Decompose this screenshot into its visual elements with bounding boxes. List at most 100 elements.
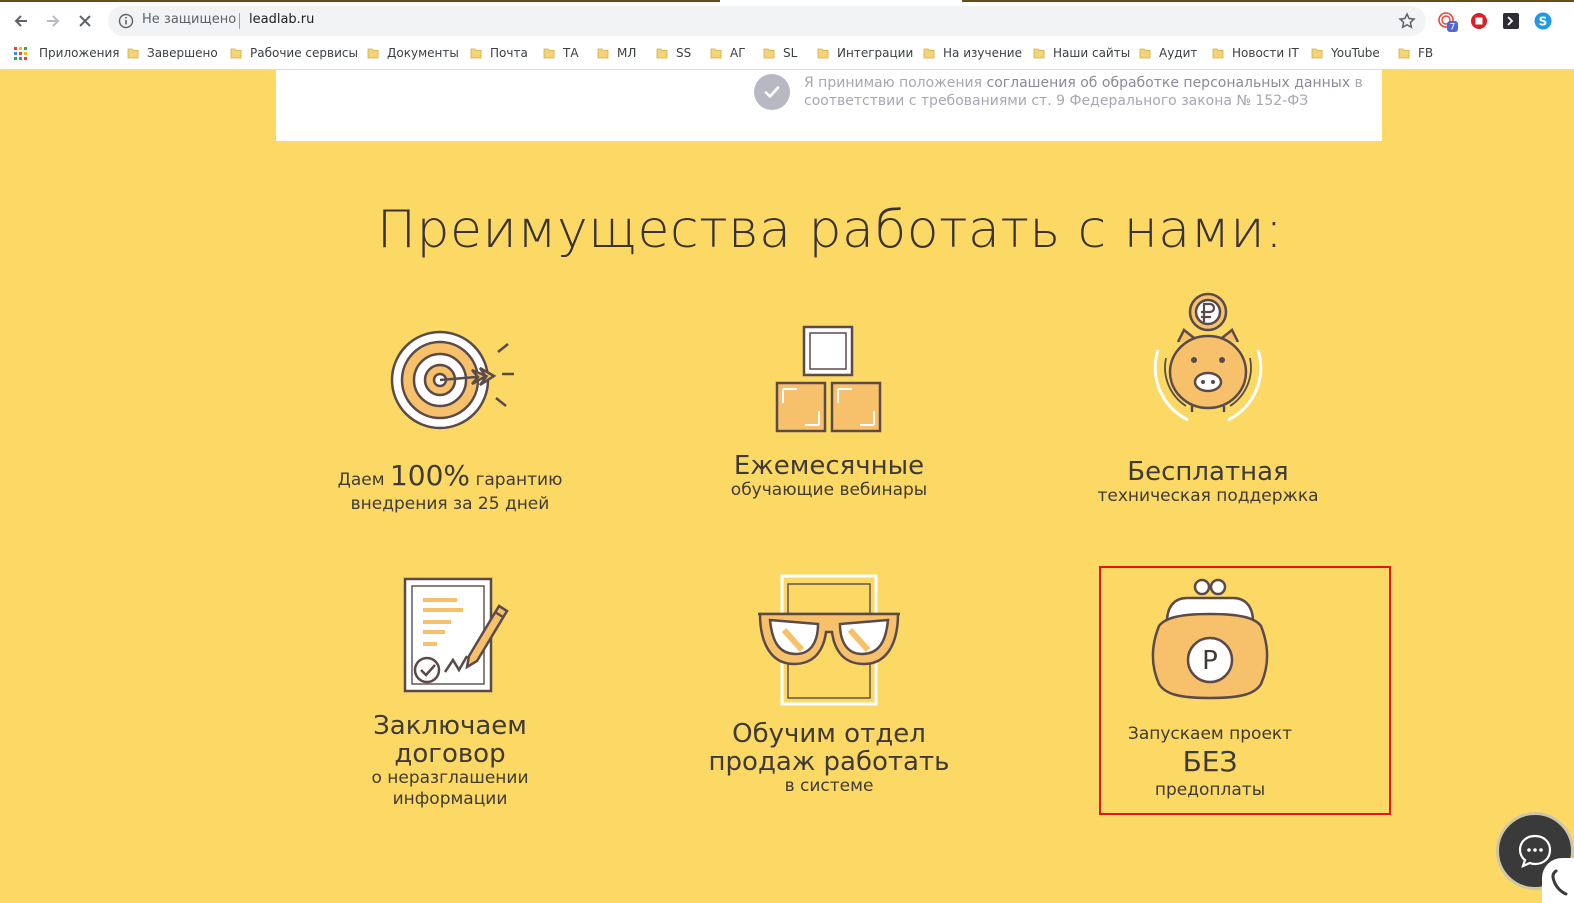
bookmark-folder[interactable]: АГ bbox=[710, 43, 746, 63]
bookmark-folder[interactable]: Завершено bbox=[127, 43, 218, 63]
fingerprint-icon: 7 bbox=[1438, 12, 1458, 32]
benefit-text: Ежемесячные обучающие вебинары bbox=[669, 452, 989, 501]
info-icon[interactable] bbox=[118, 13, 134, 29]
benefit-support: Бесплатная техническая поддержка bbox=[1048, 290, 1368, 507]
benefit-text: Даем 100% гарантию внедрения за 25 дней bbox=[290, 462, 610, 515]
consent-agreement-link[interactable]: соглашения об обработке персональных дан… bbox=[987, 75, 1351, 91]
bookmark-folder[interactable]: SS bbox=[656, 43, 691, 63]
benefit-training: Обучим отдел продаж работать в системе bbox=[669, 574, 989, 797]
folder-icon bbox=[1398, 48, 1410, 59]
bookmark-label: Новости IT bbox=[1232, 46, 1299, 60]
benefit-nda: Заключаем договор о неразглашении информ… bbox=[290, 576, 610, 810]
bookmark-label: Завершено bbox=[147, 46, 218, 60]
folder-icon bbox=[1033, 48, 1045, 59]
benefit-pre: Даем bbox=[337, 470, 390, 490]
benefit-subtitle: о неразглашении bbox=[371, 768, 529, 788]
bookmark-label: АГ bbox=[730, 46, 746, 60]
tab-strip-edge bbox=[0, 0, 1574, 3]
consent-checkbox[interactable] bbox=[754, 74, 790, 110]
benefit-title: договор bbox=[394, 739, 506, 769]
section-title: Преимущества работать с нами: bbox=[376, 200, 1284, 260]
bookmark-label: SL bbox=[783, 46, 798, 60]
bookmark-folder[interactable]: Новости IT bbox=[1212, 43, 1299, 63]
benefit-highlight: 100% bbox=[389, 459, 471, 492]
back-button[interactable] bbox=[8, 8, 34, 34]
close-icon bbox=[79, 15, 91, 27]
folder-icon bbox=[763, 48, 775, 59]
benefit-title: Бесплатная bbox=[1127, 457, 1289, 487]
phone-icon bbox=[1551, 869, 1568, 896]
bookmark-label: SS bbox=[676, 46, 692, 60]
bookmark-label: На изучение bbox=[943, 46, 1022, 60]
boxes-icon bbox=[775, 325, 882, 433]
omnibox-separator bbox=[239, 13, 240, 29]
bookmark-folder[interactable]: Интеграции bbox=[817, 43, 913, 63]
extension-fingerprint[interactable]: 7 bbox=[1436, 10, 1458, 32]
folder-icon bbox=[367, 48, 379, 59]
browser-chrome: Не защищено leadlab.ru 7 S Приложения За… bbox=[0, 0, 1574, 70]
bookmark-folder[interactable]: YouTube bbox=[1311, 43, 1380, 63]
benefit-text: Обучим отдел продаж работать в системе bbox=[669, 720, 989, 797]
omnibox[interactable]: Не защищено leadlab.ru bbox=[108, 6, 1426, 36]
forward-button[interactable] bbox=[40, 8, 66, 34]
folder-icon bbox=[1139, 48, 1151, 59]
folder-icon bbox=[543, 48, 555, 59]
benefit-text: Заключаем договор о неразглашении информ… bbox=[290, 712, 610, 810]
folder-icon bbox=[230, 48, 242, 59]
folder-icon bbox=[470, 48, 482, 59]
benefit-webinars: Ежемесячные обучающие вебинары bbox=[669, 324, 989, 501]
consent-prefix: Я принимаю положения bbox=[804, 75, 983, 91]
contract-icon bbox=[403, 577, 509, 693]
folder-icon bbox=[1311, 48, 1323, 59]
folder-icon bbox=[923, 48, 935, 59]
bookmark-label: Почта bbox=[490, 46, 528, 60]
bookmark-label: МЛ bbox=[617, 46, 637, 60]
folder-icon bbox=[656, 48, 668, 59]
bookmark-label: Документы bbox=[387, 46, 459, 60]
bookmark-label: ТА bbox=[563, 46, 579, 60]
bookmark-label: Приложения bbox=[39, 46, 120, 60]
url-text[interactable]: leadlab.ru bbox=[249, 12, 314, 27]
security-label[interactable]: Не защищено bbox=[142, 12, 236, 27]
benefit-subtitle: обучающие вебинары bbox=[730, 480, 928, 500]
apps-grid-icon bbox=[14, 46, 27, 60]
bookmark-folder[interactable]: FB bbox=[1398, 43, 1433, 63]
bookmark-folder[interactable]: ТА bbox=[543, 43, 579, 63]
bookmark-folder[interactable]: МЛ bbox=[597, 43, 636, 63]
bookmark-folder[interactable]: SL bbox=[763, 43, 797, 63]
benefit-guarantee: Даем 100% гарантию внедрения за 25 дней bbox=[290, 322, 610, 515]
folder-icon bbox=[127, 48, 139, 59]
consent-text: Я принимаю положения соглашения об обраб… bbox=[804, 74, 1364, 110]
folder-icon bbox=[597, 48, 609, 59]
bookmark-folder[interactable]: На изучение bbox=[923, 43, 1022, 63]
address-row: Не защищено leadlab.ru 7 S bbox=[0, 6, 1574, 36]
terminal-icon bbox=[1503, 13, 1519, 29]
bookmark-label: Интеграции bbox=[837, 46, 914, 60]
benefit-text: Бесплатная техническая поддержка bbox=[1048, 458, 1368, 507]
extension-terminal[interactable] bbox=[1500, 10, 1522, 32]
bookmark-folder[interactable]: Рабочие сервисы bbox=[230, 43, 358, 63]
bookmark-folder[interactable]: Аудит bbox=[1139, 43, 1197, 63]
highlight-box bbox=[1099, 566, 1391, 815]
phone-widget-button[interactable] bbox=[1542, 858, 1574, 903]
benefit-title: Ежемесячные bbox=[733, 451, 925, 481]
benefit-subtitle: в системе bbox=[784, 776, 874, 796]
skype-icon: S bbox=[1534, 12, 1552, 30]
extension-skype[interactable]: S bbox=[1532, 10, 1554, 32]
bookmark-apps[interactable]: Приложения bbox=[14, 43, 120, 63]
bookmark-label: FB bbox=[1418, 46, 1434, 60]
folder-icon bbox=[817, 48, 829, 59]
benefit-title: Заключаем bbox=[373, 711, 527, 741]
folder-icon bbox=[710, 48, 722, 59]
bookmark-folder[interactable]: Почта bbox=[470, 43, 528, 63]
bookmark-label: YouTube bbox=[1331, 46, 1380, 60]
svg-text:S: S bbox=[1539, 15, 1548, 29]
extension-stop[interactable] bbox=[1468, 10, 1490, 32]
stop-loading-button[interactable] bbox=[72, 8, 98, 34]
bookmark-folder[interactable]: Документы bbox=[367, 43, 459, 63]
star-icon[interactable] bbox=[1398, 12, 1416, 30]
checkmark-icon bbox=[764, 86, 780, 98]
bookmark-folder[interactable]: Наши сайты bbox=[1033, 43, 1130, 63]
arrow-right-icon bbox=[47, 15, 60, 27]
form-card: Я принимаю положения соглашения об обраб… bbox=[276, 70, 1382, 141]
